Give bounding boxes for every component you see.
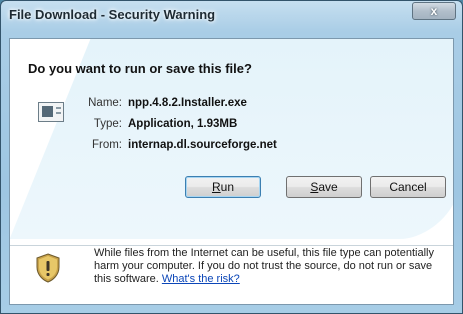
run-button[interactable]: Run [185,176,261,198]
divider [10,245,453,246]
file-name: npp.4.8.2.Installer.exe [128,97,247,109]
dialog-question: Do you want to run or save this file? [28,61,252,76]
close-icon: x [430,4,438,18]
file-source: internap.dl.sourceforge.net [128,139,277,151]
type-label: Type: [93,118,122,130]
security-warning-text: While files from the Internet can be use… [94,247,449,286]
name-label: Name: [88,97,122,109]
dialog-window: File Download - Security Warning x Do yo… [0,0,463,314]
security-shield-icon [36,253,60,283]
warning-message: While files from the Internet can be use… [94,247,434,285]
title-bar[interactable]: File Download - Security Warning x [1,1,462,31]
window-title: File Download - Security Warning [9,7,216,22]
cancel-button[interactable]: Cancel [370,176,446,198]
save-button[interactable]: Save [286,176,362,198]
dialog-content: Do you want to run or save this file? Na… [9,38,454,305]
from-label: From: [91,139,122,151]
whats-the-risk-link[interactable]: What's the risk? [162,273,240,285]
application-file-icon [38,102,64,122]
close-button[interactable]: x [412,2,456,20]
file-type: Application, 1.93MB [128,118,238,130]
